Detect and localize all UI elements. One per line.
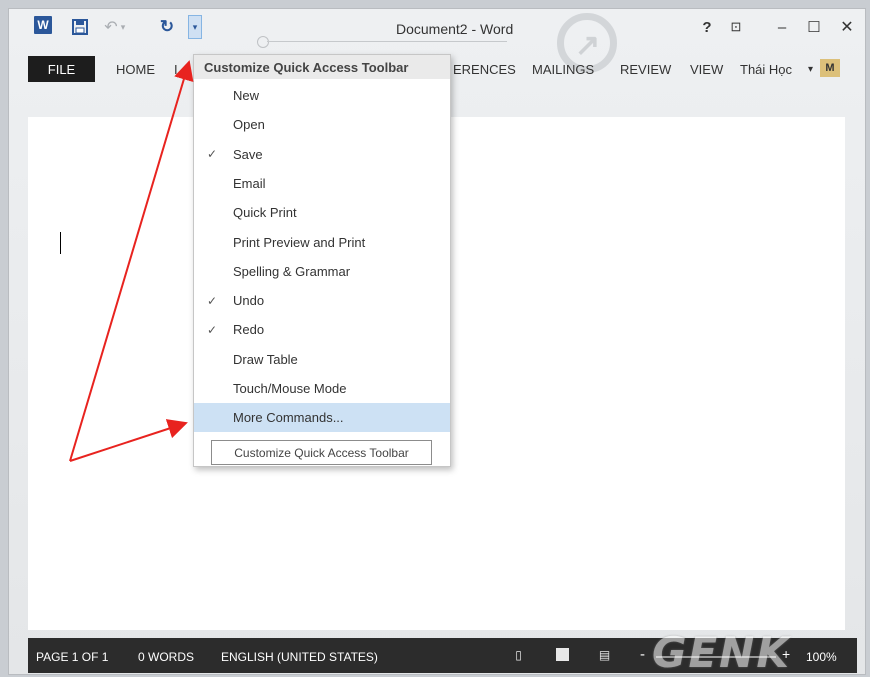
- arrow-to-customize-button: [69, 60, 194, 462]
- arrow-to-more-commands: [69, 419, 188, 462]
- annotation-arrows: [69, 60, 194, 462]
